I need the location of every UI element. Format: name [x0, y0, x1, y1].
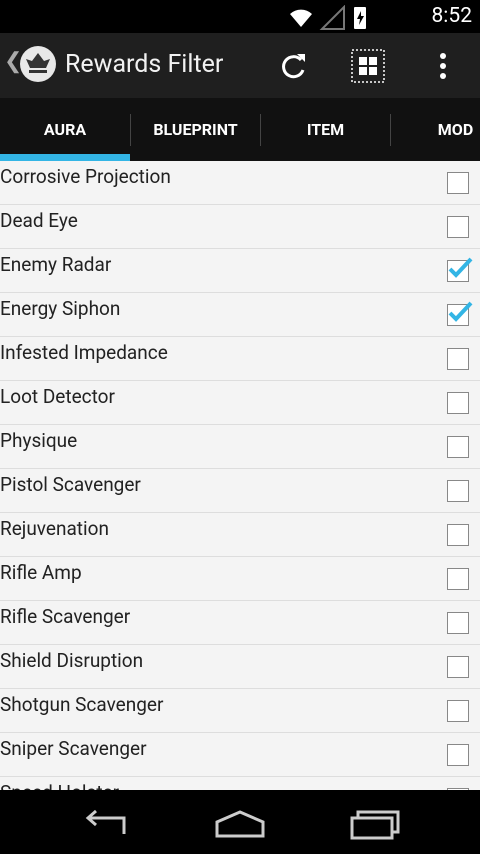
list-item[interactable]: Shotgun Scavenger — [0, 689, 480, 733]
list-item[interactable]: Shield Disruption — [0, 645, 480, 689]
tab-bar: AURA BLUEPRINT ITEM MOD — [0, 98, 480, 161]
tab-blueprint[interactable]: BLUEPRINT — [131, 98, 260, 161]
home-icon[interactable] — [213, 808, 267, 840]
navigation-bar — [0, 790, 480, 854]
item-label: Dead Eye — [0, 209, 78, 232]
list-item[interactable]: Loot Detector — [0, 381, 480, 425]
item-label: Physique — [0, 429, 78, 452]
item-label: Sniper Scavenger — [0, 737, 147, 760]
checkbox[interactable] — [447, 480, 469, 502]
checkbox[interactable] — [447, 744, 469, 766]
item-label: Infested Impedance — [0, 341, 168, 364]
checkbox[interactable] — [447, 172, 469, 194]
selected-tab-indicator — [0, 154, 130, 161]
app-logo-icon[interactable] — [20, 46, 56, 82]
checkmark-icon — [448, 301, 473, 322]
tab-aura[interactable]: AURA — [0, 98, 130, 161]
list-item[interactable]: Pistol Scavenger — [0, 469, 480, 513]
page-title: Rewards Filter — [65, 50, 224, 79]
rewards-list[interactable]: Corrosive Projection Dead Eye Enemy Rada… — [0, 161, 480, 790]
list-item[interactable]: Rifle Scavenger — [0, 601, 480, 645]
checkbox[interactable] — [447, 216, 469, 238]
list-item[interactable]: Sniper Scavenger — [0, 733, 480, 777]
list-item[interactable]: Infested Impedance — [0, 337, 480, 381]
item-label: Pistol Scavenger — [0, 473, 141, 496]
wifi-signal-battery-icon — [290, 4, 366, 30]
item-label: Energy Siphon — [0, 297, 121, 320]
refresh-icon[interactable] — [275, 48, 311, 84]
status-time: 8:52 — [431, 4, 473, 28]
status-icons — [288, 4, 398, 35]
item-label: Shotgun Scavenger — [0, 693, 164, 716]
checkbox[interactable] — [447, 700, 469, 722]
select-all-icon[interactable] — [350, 48, 386, 84]
checkbox[interactable] — [447, 524, 469, 546]
overflow-menu-icon[interactable] — [428, 48, 464, 84]
checkbox[interactable] — [447, 612, 469, 634]
item-label: Corrosive Projection — [0, 165, 171, 188]
status-bar: 8:52 — [0, 0, 480, 33]
list-item[interactable]: Energy Siphon — [0, 293, 480, 337]
item-label: Enemy Radar — [0, 253, 112, 276]
list-item[interactable]: Rifle Amp — [0, 557, 480, 601]
tab-item[interactable]: ITEM — [261, 98, 390, 161]
tab-mod[interactable]: MOD — [391, 98, 480, 161]
item-label: Loot Detector — [0, 385, 115, 408]
list-item[interactable]: Physique — [0, 425, 480, 469]
item-label: Rifle Scavenger — [0, 605, 131, 628]
checkbox[interactable] — [447, 568, 469, 590]
item-label: Rifle Amp — [0, 561, 82, 584]
list-item[interactable]: Speed Holster — [0, 777, 480, 790]
checkbox[interactable] — [447, 436, 469, 458]
list-item[interactable]: Dead Eye — [0, 205, 480, 249]
list-item[interactable]: Enemy Radar — [0, 249, 480, 293]
checkbox[interactable] — [447, 656, 469, 678]
checkmark-icon — [448, 257, 473, 278]
back-icon[interactable] — [80, 808, 134, 840]
recents-icon[interactable] — [348, 808, 402, 840]
item-label: Speed Holster — [0, 781, 119, 790]
list-item[interactable]: Corrosive Projection — [0, 161, 480, 205]
checkbox[interactable] — [447, 348, 469, 370]
action-bar: ❮ Rewards Filter — [0, 33, 480, 98]
checkbox[interactable] — [447, 392, 469, 414]
item-label: Rejuvenation — [0, 517, 109, 540]
item-label: Shield Disruption — [0, 649, 144, 672]
list-item[interactable]: Rejuvenation — [0, 513, 480, 557]
